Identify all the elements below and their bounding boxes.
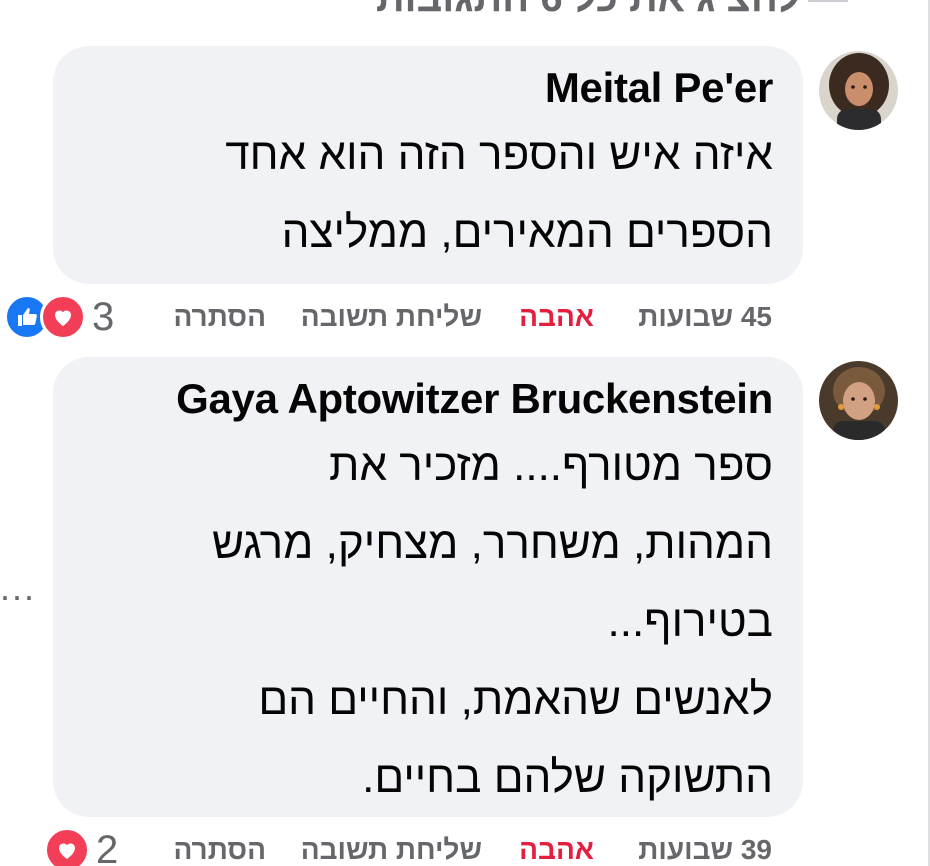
view-all-comments-link[interactable]: להציג את כל 6 התגובות bbox=[240, 0, 800, 18]
comment-actions: 39 שבועות אהבה שליחת תשובה הסתרה 2 bbox=[0, 825, 930, 866]
timestamp-link[interactable]: 39 שבועות bbox=[638, 825, 772, 866]
hide-button[interactable]: הסתרה bbox=[173, 292, 266, 342]
love-button[interactable]: אהבה bbox=[519, 292, 594, 342]
author-name[interactable]: Gaya Aptowitzer Bruckenstein bbox=[83, 371, 773, 427]
more-options-icon[interactable]: ... bbox=[0, 570, 36, 606]
reply-button[interactable]: שליחת תשובה bbox=[301, 825, 482, 866]
heart-icon bbox=[44, 827, 90, 866]
comment-text-line: התשוקה שלהם בחיים. bbox=[362, 753, 773, 802]
avatar[interactable] bbox=[819, 361, 898, 440]
author-name[interactable]: Meital Pe'er bbox=[83, 60, 773, 116]
hide-button[interactable]: הסתרה bbox=[173, 825, 266, 866]
timestamp-link[interactable]: 45 שבועות bbox=[638, 292, 772, 342]
reaction-count: 2 bbox=[96, 828, 119, 866]
divider bbox=[808, 0, 848, 2]
comment-text-line: המהות, משחרר, מצחיק, מרגש bbox=[212, 519, 773, 568]
comment-actions: 45 שבועות אהבה שליחת תשובה הסתרה 3 bbox=[0, 292, 930, 342]
comment-text-line: הספרים המאירים, ממליצה bbox=[281, 208, 773, 257]
avatar-photo bbox=[819, 51, 898, 130]
reactions-summary[interactable]: 3 bbox=[4, 292, 114, 342]
comment-text-line: בטירוף... bbox=[607, 597, 774, 646]
reactions-summary[interactable]: 2 bbox=[44, 825, 118, 866]
reaction-count: 3 bbox=[92, 295, 115, 339]
comments-panel: להציג את כל 6 התגובות Meital Pe'er איזה … bbox=[0, 0, 930, 866]
heart-icon bbox=[40, 294, 86, 340]
avatar[interactable] bbox=[819, 51, 898, 130]
comment-text-line: לאנשים שהאמת, והחיים הם bbox=[258, 675, 773, 724]
comment-bubble: Meital Pe'er איזה איש והספר הזה הוא אחד … bbox=[53, 46, 803, 284]
avatar-photo bbox=[819, 361, 898, 440]
comment-text-line: איזה איש והספר הזה הוא אחד bbox=[225, 130, 773, 179]
love-button[interactable]: אהבה bbox=[519, 825, 594, 866]
comment-text-line: ספר מטורף.... מזכיר את bbox=[329, 441, 773, 490]
comment-bubble: Gaya Aptowitzer Bruckenstein ספר מטורף..… bbox=[53, 357, 803, 817]
reply-button[interactable]: שליחת תשובה bbox=[301, 292, 482, 342]
